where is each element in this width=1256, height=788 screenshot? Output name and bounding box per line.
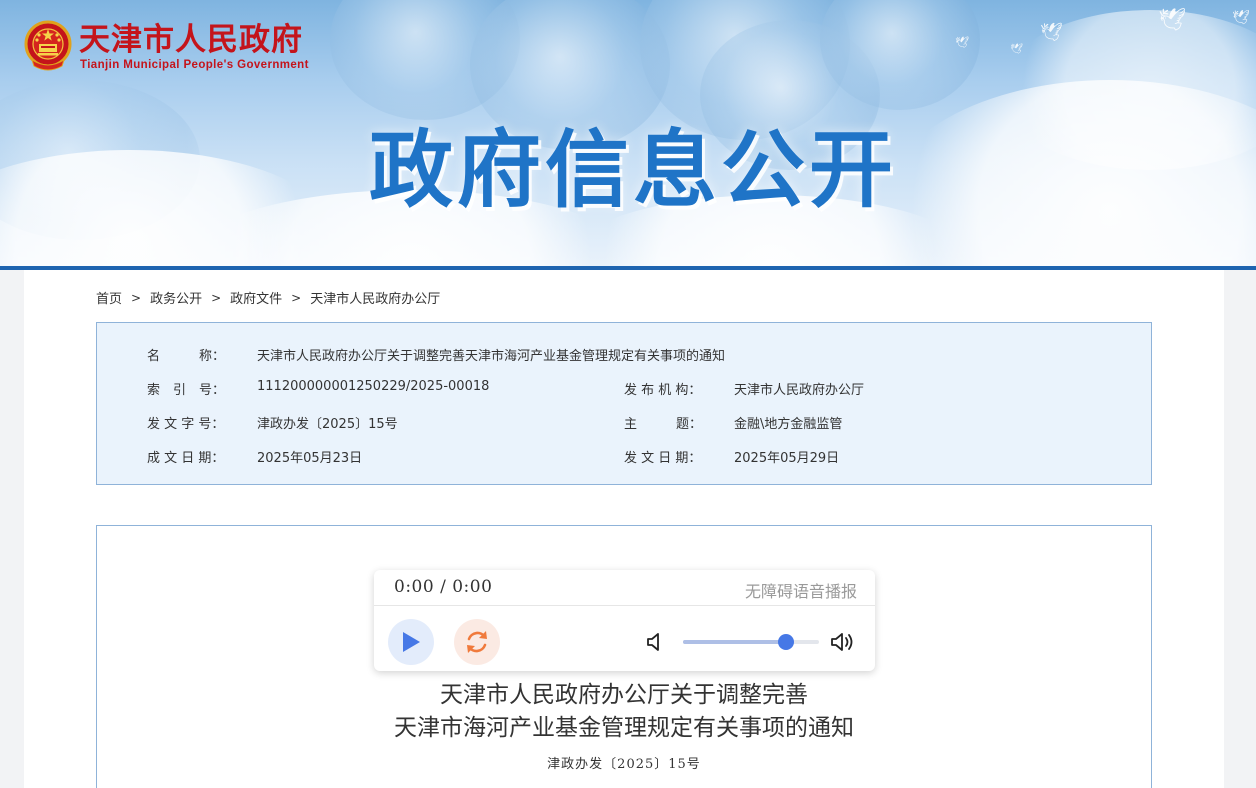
info-label: 发 布 机 构： — [624, 383, 702, 398]
site-name-english[interactable]: Tianjin Municipal People's Government — [80, 59, 309, 71]
info-row-topic: 主 题： 金融\地方金融监管 — [624, 413, 842, 432]
main-content: 首页 > 政务公开 > 政府文件 > 天津市人民政府办公厅 名 称： 天津市人民… — [24, 270, 1224, 788]
dove-icon: 🕊 — [1232, 10, 1250, 26]
volume-slider-handle[interactable] — [778, 634, 795, 650]
breadcrumb-item-gov-documents[interactable]: 政府文件 — [230, 288, 282, 307]
playback-time: 0:00 / 0:00 — [394, 577, 493, 597]
info-row-name: 名 称： 天津市人民政府办公厅关于调整完善天津市海河产业基金管理规定有关事项的通… — [147, 345, 725, 364]
info-label: 名 称： — [147, 349, 226, 364]
info-row-docno: 发 文 字 号： 津政办发〔2025〕15号 — [147, 413, 398, 432]
banner-title: 政府信息公开 — [368, 121, 897, 219]
national-emblem-icon — [24, 20, 72, 71]
info-value-issuer: 天津市人民政府办公厅 — [734, 383, 865, 398]
play-icon — [403, 632, 420, 652]
info-row-index: 索 引 号： 111200000001250229/2025-00018 — [147, 379, 489, 398]
info-label: 索 引 号： — [147, 383, 226, 398]
breadcrumb-separator: > — [211, 290, 222, 305]
dove-icon: 🕊 — [955, 36, 969, 49]
accessible-audio-label: 无障碍语音播报 — [744, 582, 857, 601]
site-name[interactable]: 天津市人民政府 — [79, 22, 303, 58]
info-label: 发 文 日 期： — [624, 451, 702, 466]
replay-button[interactable] — [454, 619, 500, 665]
breadcrumb-item-gov-affairs[interactable]: 政务公开 — [150, 288, 202, 307]
document-info-panel: 名 称： 天津市人民政府办公厅关于调整完善天津市海河产业基金管理规定有关事项的通… — [96, 322, 1152, 485]
play-button[interactable] — [388, 619, 434, 665]
document-title-line: 天津市人民政府办公厅关于调整完善 — [440, 682, 808, 708]
volume-slider[interactable] — [683, 634, 819, 650]
breadcrumb-item-general-office[interactable]: 天津市人民政府办公厅 — [310, 288, 440, 307]
info-value-name: 天津市人民政府办公厅关于调整完善天津市海河产业基金管理规定有关事项的通知 — [257, 349, 726, 364]
info-row-created: 成 文 日 期： 2025年05月23日 — [147, 447, 362, 466]
info-row-published: 发 文 日 期： 2025年05月29日 — [624, 447, 839, 466]
breadcrumb-separator: > — [131, 290, 142, 305]
breadcrumb: 首页 > 政务公开 > 政府文件 > 天津市人民政府办公厅 — [96, 288, 440, 308]
info-label: 发 文 字 号： — [147, 417, 225, 432]
info-label: 成 文 日 期： — [147, 451, 225, 466]
info-value-published: 2025年05月29日 — [734, 451, 840, 466]
info-value-docno: 津政办发〔2025〕15号 — [257, 417, 398, 432]
volume-slider-fill — [683, 640, 787, 644]
breadcrumb-item-home[interactable]: 首页 — [96, 288, 122, 307]
dove-icon: 🕊 — [1010, 44, 1023, 55]
breadcrumb-separator: > — [291, 290, 302, 305]
info-value-topic: 金融\地方金融监管 — [734, 417, 843, 432]
document-number: 津政办发〔2025〕15号 — [547, 757, 701, 772]
info-value-index: 111200000001250229/2025-00018 — [257, 379, 490, 394]
header-banner: 🕊 🕊 🕊 🕊 🕊 天津市人民政府 Tianjin Municipal Peop… — [0, 0, 1256, 267]
dove-icon: 🕊 — [1158, 8, 1186, 33]
document-title-line: 天津市海河产业基金管理规定有关事项的通知 — [394, 715, 854, 741]
info-value-created: 2025年05月23日 — [257, 451, 363, 466]
dove-icon: 🕊 — [1040, 22, 1063, 43]
info-label: 主 题： — [624, 417, 703, 432]
document-content: 0:00 / 0:00 无障碍语音播报 天津市人民政府办公厅关于调整完善 天津市… — [96, 525, 1152, 788]
refresh-icon — [467, 631, 487, 653]
info-row-issuer: 发 布 机 构： 天津市人民政府办公厅 — [624, 379, 864, 398]
player-header: 0:00 / 0:00 无障碍语音播报 — [374, 570, 875, 606]
document-title: 天津市人民政府办公厅关于调整完善 天津市海河产业基金管理规定有关事项的通知 — [97, 679, 1151, 745]
volume-high-icon[interactable] — [830, 630, 856, 654]
audio-player: 0:00 / 0:00 无障碍语音播报 — [374, 570, 875, 671]
volume-low-icon[interactable] — [646, 632, 664, 652]
